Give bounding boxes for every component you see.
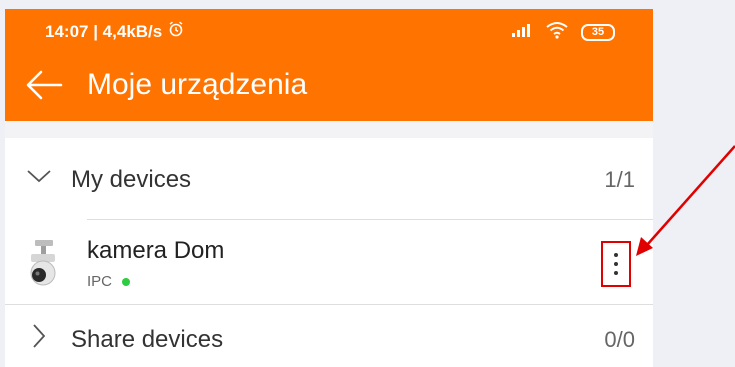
- back-button[interactable]: [25, 67, 65, 103]
- divider: [87, 219, 653, 220]
- divider: [5, 304, 653, 305]
- app-bar: 14:07 | 4,4kB/s 35 Moje urządzenia: [5, 9, 653, 121]
- status-time-speed: 14:07 | 4,4kB/s: [45, 21, 163, 41]
- alarm-clock-icon: [168, 21, 184, 42]
- device-type-label: IPC: [87, 273, 113, 290]
- group-label: My devices: [71, 166, 192, 193]
- more-vertical-icon: [614, 253, 618, 257]
- status-bar-left: 14:07 | 4,4kB/s: [45, 21, 184, 42]
- battery-indicator: 35: [581, 24, 615, 41]
- group-count: 1/1: [604, 167, 635, 192]
- phone-screen: 14:07 | 4,4kB/s 35 Moje urządzenia My de…: [5, 9, 653, 367]
- page-title: Moje urządzenia: [87, 68, 308, 101]
- group-share-devices[interactable]: Share devices 0/0: [5, 306, 653, 367]
- device-name: kamera Dom: [87, 237, 225, 264]
- more-options-button[interactable]: [601, 241, 631, 287]
- chevron-down-icon: [27, 170, 51, 183]
- group-label: Share devices: [71, 326, 224, 353]
- status-bar-right: 35: [511, 21, 615, 44]
- online-status-dot: [122, 277, 131, 286]
- wifi-icon: [545, 21, 569, 44]
- device-type: IPC: [87, 273, 131, 290]
- security-camera-icon: [30, 240, 56, 286]
- device-list: My devices 1/1 kamera Dom IPC Share devi…: [5, 138, 653, 367]
- spacer: [5, 121, 653, 138]
- device-item[interactable]: kamera Dom IPC: [5, 221, 653, 304]
- arrow-left-icon[interactable]: [25, 67, 65, 103]
- chevron-right-icon: [33, 324, 46, 348]
- group-count: 0/0: [604, 327, 635, 352]
- signal-icon: [511, 23, 533, 42]
- group-my-devices[interactable]: My devices 1/1: [5, 138, 653, 216]
